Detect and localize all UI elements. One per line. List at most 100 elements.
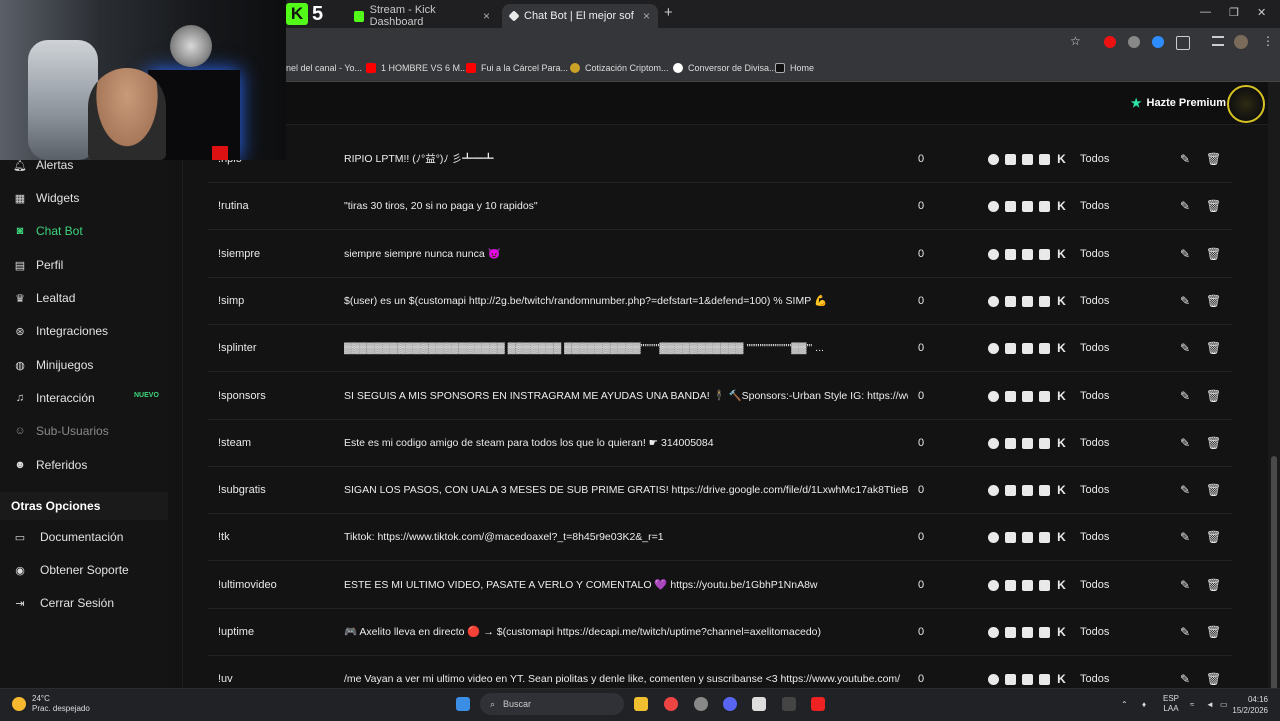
edit-icon[interactable]: ✎: [1180, 530, 1190, 544]
sidebar-item-widgets[interactable]: ▦ Widgets: [14, 191, 80, 205]
chrome-icon[interactable]: [664, 697, 678, 711]
scrollbar-thumb[interactable]: [1271, 456, 1277, 696]
delete-icon[interactable]: 🗑︎: [1206, 294, 1221, 308]
sidebar-item-lealtad[interactable]: ♛ Lealtad: [14, 291, 75, 305]
weather-widget[interactable]: 24°C Prac. despejado: [12, 694, 90, 714]
usage-count: 0: [918, 200, 925, 213]
mic-icon[interactable]: ♦: [1142, 700, 1146, 709]
delete-icon[interactable]: 🗑︎: [1206, 389, 1221, 403]
close-icon[interactable]: ×: [643, 9, 650, 23]
command-response: Este es mi codigo amigo de steam para to…: [344, 436, 714, 449]
sidebar-item-perfil[interactable]: ▤ Perfil: [14, 258, 64, 272]
sidebar-item-integraciones[interactable]: ⊛ Integraciones: [14, 324, 108, 338]
delete-icon[interactable]: 🗑︎: [1206, 199, 1221, 213]
delete-icon[interactable]: 🗑︎: [1206, 483, 1221, 497]
battery-icon[interactable]: ▭: [1220, 700, 1228, 709]
edit-icon[interactable]: ✎: [1180, 294, 1190, 308]
bookmark-star-icon[interactable]: ☆: [1070, 34, 1082, 48]
page-scrollbar[interactable]: [1268, 82, 1280, 696]
sidebar-item-cerrar-sesion[interactable]: ⇥ Cerrar Sesión: [14, 596, 114, 610]
taskbar-search[interactable]: ⌕ Buscar: [480, 693, 624, 715]
premium-button[interactable]: ★ Hazte Premium: [1131, 96, 1226, 110]
edit-icon[interactable]: ✎: [1180, 578, 1190, 592]
edit-icon[interactable]: ✎: [1180, 483, 1190, 497]
app-window-icon[interactable]: [752, 697, 766, 711]
tab-kick-dashboard[interactable]: Stream - Kick Dashboard ×: [346, 4, 498, 28]
sidebar-item-alertas[interactable]: 🔔︎ Alertas: [13, 158, 73, 172]
tab-chat-bot[interactable]: Chat Bot | El mejor software pa ×: [502, 4, 658, 28]
obs-icon[interactable]: [782, 697, 796, 711]
delete-icon[interactable]: 🗑︎: [1206, 436, 1221, 450]
volume-icon[interactable]: ◄: [1206, 700, 1214, 709]
new-tab-icon[interactable]: +: [664, 4, 673, 21]
edit-icon[interactable]: ✎: [1180, 152, 1190, 166]
minimize-icon[interactable]: —: [1200, 6, 1211, 18]
command-response: $(user) es un $(customapi http://2g.be/t…: [344, 294, 828, 307]
bookmark-item[interactable]: Fui a la Cárcel Para...: [466, 55, 568, 81]
command-response: Tiktok: https://www.tiktok.com/@macedoax…: [344, 531, 664, 544]
sidebar-item-chat-bot[interactable]: ◙ Chat Bot: [14, 224, 83, 238]
clock[interactable]: 04:16 15/2/2026: [1232, 694, 1268, 716]
command-name: !sponsors: [218, 389, 266, 402]
maximize-icon[interactable]: ❐: [1229, 6, 1239, 19]
bookmark-item[interactable]: Cotización Criptom...: [570, 55, 669, 81]
extension-blue-icon[interactable]: [1152, 36, 1164, 48]
edit-icon[interactable]: ✎: [1180, 341, 1190, 355]
app-icon[interactable]: [694, 697, 708, 711]
permission-scope: Todos: [1080, 389, 1110, 402]
delete-icon[interactable]: 🗑︎: [1206, 341, 1221, 355]
chat-icon: [1039, 390, 1050, 402]
kick-count: 5: [312, 2, 324, 25]
table-row: !tk Tiktok: https://www.tiktok.com/@maced…: [208, 514, 1232, 562]
sidebar-item-soporte[interactable]: ◉ Obtener Soporte: [14, 563, 129, 577]
profile-avatar[interactable]: [1234, 35, 1248, 49]
bookmark-item[interactable]: Conversor de Divisa...: [673, 55, 777, 81]
edit-icon[interactable]: ✎: [1180, 389, 1190, 403]
extensions-puzzle-icon[interactable]: [1176, 36, 1190, 50]
command-response: ▓▓▓▓▓▓▓▓▓▓▓▓▓▓▓▓▓▓▓▓▓ ▓▓▓▓▓▓▓ ▓▓▓▓▓▓▓▓▓▓…: [344, 342, 824, 355]
kick-k-icon: K: [1057, 483, 1066, 498]
sidebar-item-minijuegos[interactable]: ◍ Minijuegos: [14, 358, 93, 372]
delete-icon[interactable]: 🗑︎: [1206, 152, 1221, 166]
delete-icon[interactable]: 🗑︎: [1206, 578, 1221, 592]
usage-count: 0: [918, 531, 925, 544]
user-avatar-gem[interactable]: [1227, 85, 1265, 123]
wifi-icon[interactable]: ≈: [1190, 700, 1194, 709]
delete-icon[interactable]: 🗑︎: [1206, 530, 1221, 544]
language-indicator[interactable]: ESP LAA: [1163, 694, 1179, 714]
windows-start-icon[interactable]: [456, 697, 470, 711]
discord-icon[interactable]: [723, 697, 737, 711]
delete-icon[interactable]: 🗑︎: [1206, 247, 1221, 261]
bookmark-item[interactable]: Home: [775, 55, 814, 81]
support-icon: ◉: [15, 564, 25, 577]
kick-badge[interactable]: K 5: [286, 3, 323, 25]
lightning-app-icon[interactable]: [811, 697, 825, 711]
extension-grey-icon[interactable]: [1128, 36, 1140, 48]
platform-icons: K: [988, 200, 1067, 213]
sidebar-item-sub-usuarios[interactable]: ☺ Sub-Usuarios: [14, 424, 108, 438]
sidebar-item-interaccion[interactable]: ♫ Interacción: [14, 391, 95, 405]
edit-icon[interactable]: ✎: [1180, 625, 1190, 639]
delete-icon[interactable]: 🗑︎: [1206, 672, 1221, 686]
menu-kebab-icon[interactable]: ⋮: [1262, 34, 1274, 48]
close-icon[interactable]: ×: [483, 9, 490, 23]
table-row: !sponsors SI SEGUIS A MIS SPONSORS EN INS…: [208, 373, 1232, 420]
edit-icon[interactable]: ✎: [1180, 199, 1190, 213]
kick-k-icon: K: [1057, 246, 1066, 261]
file-explorer-icon[interactable]: [634, 697, 648, 711]
table-row: !ultimovideo ESTE ES MI ULTIMO VIDEO, PAS…: [208, 562, 1232, 609]
bookmark-item[interactable]: nel del canal - Yo...: [286, 55, 362, 81]
window-close-icon[interactable]: ✕: [1257, 6, 1266, 19]
sidebar-item-referidos[interactable]: ☻ Referidos: [14, 458, 87, 472]
edit-icon[interactable]: ✎: [1180, 672, 1190, 686]
extension-red-icon[interactable]: [1104, 36, 1116, 48]
tray-chevron-icon[interactable]: ⌃: [1121, 700, 1128, 709]
edit-icon[interactable]: ✎: [1180, 436, 1190, 450]
bookmark-item[interactable]: 1 HOMBRE VS 6 M...: [366, 55, 468, 81]
windows-taskbar: 24°C Prac. despejado ⌕ Buscar ⌃ ♦ ESP LA…: [0, 688, 1280, 721]
temperature: 24°C: [32, 694, 50, 703]
sidebar-item-documentacion[interactable]: ▭ Documentación: [14, 530, 124, 544]
delete-icon[interactable]: 🗑︎: [1206, 625, 1221, 639]
media-icon[interactable]: [1212, 36, 1224, 46]
edit-icon[interactable]: ✎: [1180, 247, 1190, 261]
